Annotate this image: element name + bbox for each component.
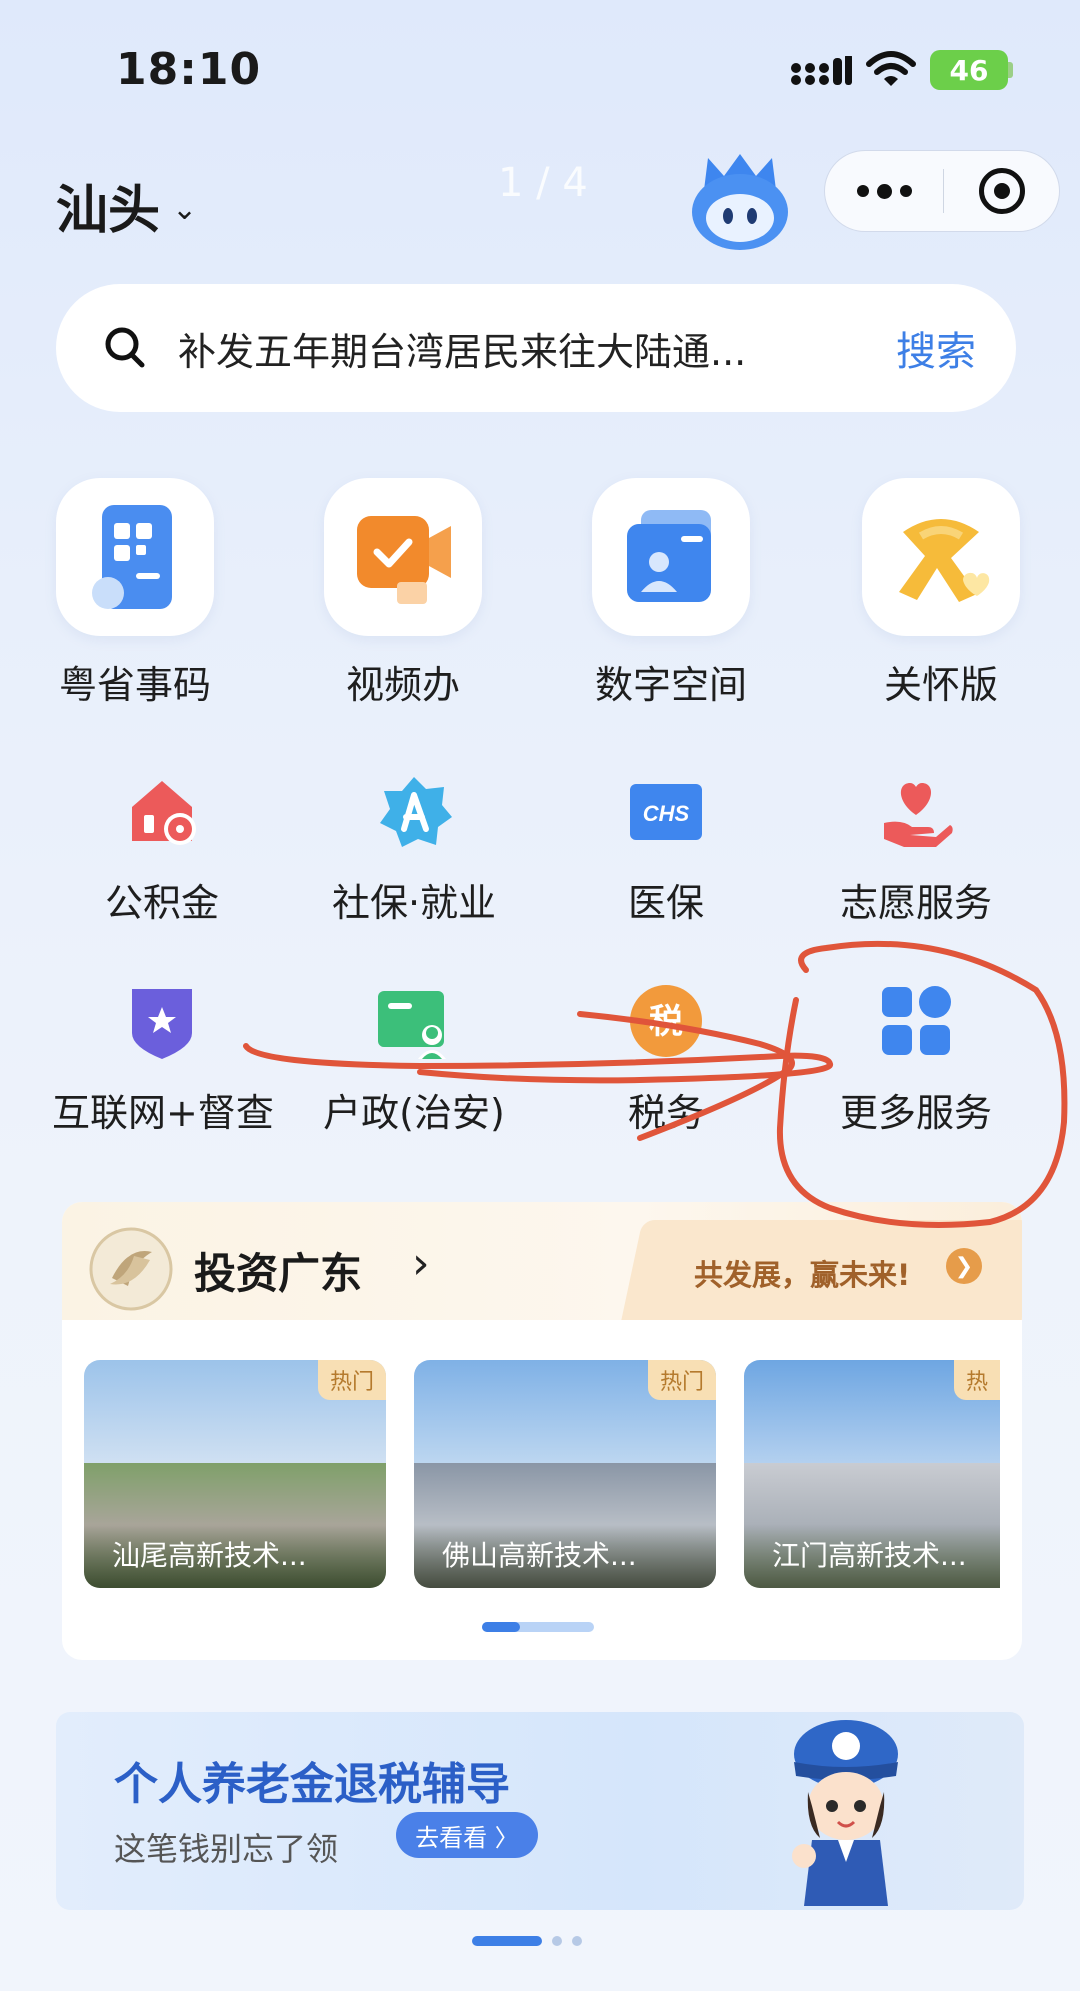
target-circle-icon bbox=[978, 168, 1025, 214]
shortcut-label: 关怀版 bbox=[883, 663, 998, 707]
service-label: 互联网+督查 bbox=[52, 1091, 274, 1135]
service-social-security[interactable]: 社保·就业 bbox=[304, 766, 524, 927]
tax-icon: 税 bbox=[621, 976, 711, 1066]
page-dot bbox=[572, 1936, 582, 1946]
more-grid-icon bbox=[871, 976, 961, 1066]
banner-subtitle: 这笔钱别忘了领 bbox=[114, 1830, 339, 1868]
search-bar[interactable]: 补发五年期台湾居民来往大陆通... 搜索 bbox=[56, 284, 1016, 412]
digital-space-icon bbox=[592, 478, 750, 636]
qr-code-icon bbox=[56, 478, 214, 636]
cellular-signal-icon bbox=[791, 56, 852, 85]
service-tax[interactable]: 税 税务 bbox=[556, 976, 776, 1137]
social-security-icon bbox=[369, 766, 459, 856]
city-name: 汕头 bbox=[56, 181, 161, 241]
invest-card-jiangmen[interactable]: 热 江门高新技术... bbox=[744, 1360, 1000, 1588]
dot-icon bbox=[876, 183, 892, 199]
page-dot bbox=[552, 1936, 562, 1946]
service-volunteer[interactable]: 志愿服务 bbox=[806, 766, 1026, 927]
invest-guangdong-card: 投资广东 › 共发展，赢未来! ❯ 热门 汕尾高新技术... 热门 佛山高新技术… bbox=[62, 1202, 1022, 1660]
household-id-icon bbox=[369, 976, 459, 1066]
banner-title: 个人养老金退税辅导 bbox=[114, 1759, 510, 1810]
pension-tax-banner[interactable]: 个人养老金退税辅导 这笔钱别忘了领 去看看 〉 bbox=[56, 1712, 1024, 1910]
service-label: 社保·就业 bbox=[331, 881, 497, 925]
search-input[interactable]: 补发五年期台湾居民来往大陆通... bbox=[178, 321, 876, 376]
service-label: 更多服务 bbox=[839, 1091, 992, 1135]
battery-indicator: 46 bbox=[930, 50, 1008, 90]
invest-card-caption: 江门高新技术... bbox=[744, 1524, 1000, 1588]
hot-badge: 热门 bbox=[647, 1360, 716, 1400]
shortcut-video-service[interactable]: 视频办 bbox=[308, 478, 498, 709]
chevron-down-icon: ⌄ bbox=[172, 192, 198, 227]
hot-badge: 热门 bbox=[317, 1360, 386, 1400]
medical-insurance-icon: CHS bbox=[621, 766, 711, 856]
service-supervision[interactable]: 互联网+督查 bbox=[52, 976, 274, 1137]
dot-icon bbox=[899, 185, 912, 197]
shortcut-label: 视频办 bbox=[345, 663, 460, 707]
invest-card-foshan[interactable]: 热门 佛山高新技术... bbox=[414, 1360, 716, 1588]
battery-cap bbox=[1008, 62, 1013, 78]
video-call-icon bbox=[324, 478, 482, 636]
care-ribbon-icon bbox=[862, 478, 1020, 636]
wifi-icon bbox=[866, 51, 916, 86]
service-label: 税务 bbox=[627, 1091, 704, 1135]
invest-slogan: 共发展，赢未来! bbox=[694, 1258, 911, 1292]
banner-go-button[interactable]: 去看看 〉 bbox=[396, 1812, 538, 1858]
hot-badge: 热 bbox=[953, 1360, 1000, 1400]
chevron-right-icon: › bbox=[412, 1238, 430, 1289]
arrow-right-circle-icon[interactable]: ❯ bbox=[946, 1248, 982, 1284]
service-more[interactable]: 更多服务 bbox=[806, 976, 1026, 1137]
housing-fund-icon bbox=[117, 766, 207, 856]
shortcut-digital-space[interactable]: 数字空间 bbox=[576, 478, 766, 709]
service-household[interactable]: 户政(治安) bbox=[304, 976, 524, 1137]
dot-icon bbox=[856, 185, 869, 197]
service-label: 公积金 bbox=[104, 881, 219, 925]
city-selector[interactable]: 汕头 ⌄ bbox=[56, 168, 197, 243]
staff-mascot-illustration bbox=[792, 1720, 898, 1906]
service-label: 医保 bbox=[627, 881, 704, 925]
shortcut-label: 粤省事码 bbox=[58, 663, 211, 707]
service-medical-insurance[interactable]: CHS 医保 bbox=[556, 766, 776, 927]
search-icon bbox=[105, 327, 145, 368]
service-label: 户政(治安) bbox=[323, 1091, 505, 1135]
invest-card-caption: 汕尾高新技术... bbox=[84, 1524, 386, 1588]
service-housing-fund[interactable]: 公积金 bbox=[52, 766, 272, 927]
page-indicator-dots bbox=[472, 1936, 582, 1946]
shortcut-label: 数字空间 bbox=[594, 663, 747, 707]
supervision-shield-icon bbox=[117, 976, 207, 1066]
shortcut-care-version[interactable]: 关怀版 bbox=[846, 478, 1036, 709]
page-dot-active bbox=[472, 1936, 542, 1946]
mascot-assistant-icon[interactable] bbox=[686, 150, 794, 252]
more-options-button[interactable] bbox=[825, 151, 943, 231]
tax-glyph: 税 bbox=[649, 1002, 683, 1042]
invest-title: 投资广东 bbox=[194, 1249, 363, 1298]
invest-logo-icon bbox=[89, 1227, 173, 1311]
carousel-indicator bbox=[482, 1622, 594, 1632]
close-miniapp-button[interactable] bbox=[944, 168, 1059, 214]
invest-card-caption: 佛山高新技术... bbox=[414, 1524, 716, 1588]
status-time: 18:10 bbox=[116, 44, 262, 95]
page-indicator: 1 / 4 bbox=[498, 160, 588, 206]
chs-label: CHS bbox=[643, 801, 690, 826]
search-button[interactable]: 搜索 bbox=[896, 319, 976, 377]
shortcut-yue-code[interactable]: 粤省事码 bbox=[40, 478, 230, 709]
service-label: 志愿服务 bbox=[839, 881, 992, 925]
miniapp-capsule bbox=[824, 150, 1060, 232]
invest-header[interactable]: 投资广东 › 共发展，赢未来! ❯ bbox=[62, 1202, 1022, 1320]
volunteer-heart-icon bbox=[871, 766, 961, 856]
invest-card-shanwei[interactable]: 热门 汕尾高新技术... bbox=[84, 1360, 386, 1588]
